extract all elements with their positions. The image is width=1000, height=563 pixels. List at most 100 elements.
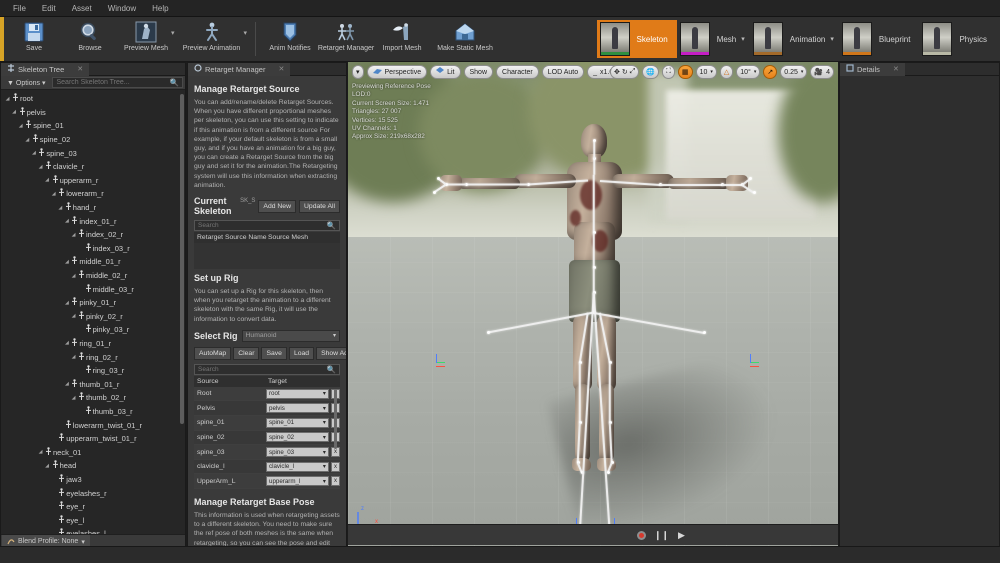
tree-bone-pelvis[interactable]: ◢ pelvis: [1, 106, 185, 120]
expand-arrow-icon[interactable]: ◢: [63, 300, 70, 306]
expand-arrow-icon[interactable]: ◢: [63, 259, 70, 265]
close-icon[interactable]: ✕: [893, 65, 899, 73]
tree-bone-hand_r[interactable]: ◢ hand_r: [1, 201, 185, 215]
world-space-toggle[interactable]: 🌐: [642, 65, 660, 79]
tree-bone-eyelashes_r[interactable]: eyelashes_r: [1, 486, 185, 500]
expand-arrow-icon[interactable]: ◢: [63, 340, 70, 346]
expand-arrow-icon[interactable]: ◢: [70, 395, 77, 401]
expand-arrow-icon[interactable]: ◢: [17, 123, 24, 129]
tree-bone-pinky_02_r[interactable]: ◢ pinky_02_r: [1, 310, 185, 324]
anim-notifies-button[interactable]: Anim Notifies: [262, 18, 318, 60]
pause-button[interactable]: ❙❙: [654, 529, 669, 542]
rig-mapping-search[interactable]: 🔍: [194, 363, 340, 375]
mode-mesh-dropdown-icon[interactable]: ▾: [741, 35, 745, 43]
expand-arrow-icon[interactable]: ◢: [70, 232, 77, 238]
tree-bone-eyelashes_l[interactable]: eyelashes_l: [1, 527, 185, 534]
menu-item-help[interactable]: Help: [145, 2, 175, 15]
add-new-button[interactable]: Add New: [258, 199, 297, 213]
tab-retarget-manager[interactable]: Retarget Manager ✕: [188, 62, 291, 76]
retarget-manager-button[interactable]: Retarget Manager: [318, 18, 374, 60]
save-rig-button[interactable]: Save: [261, 346, 287, 360]
close-icon[interactable]: ✕: [77, 65, 83, 73]
tree-bone-neck_01[interactable]: ◢ neck_01: [1, 445, 185, 459]
tree-bone-lowerarm_twist_01_r[interactable]: lowerarm_twist_01_r: [1, 418, 185, 432]
expand-arrow-icon[interactable]: ◢: [70, 313, 77, 319]
rig-mapping-clear-button[interactable]: x: [331, 461, 340, 472]
rig-mapping-clear-button[interactable]: x: [331, 476, 340, 487]
mode-tab-physics[interactable]: Physics: [919, 20, 996, 58]
preview-viewport[interactable]: ▾ Perspective Lit Show Character LOD Aut…: [348, 62, 838, 563]
tree-bone-pinky_01_r[interactable]: ◢ pinky_01_r: [1, 296, 185, 310]
transform-gizmo-group[interactable]: ✥ ↻ ⤢: [609, 65, 640, 79]
tree-bone-jaw3[interactable]: jaw3: [1, 473, 185, 487]
expand-arrow-icon[interactable]: ◢: [63, 381, 70, 387]
save-button[interactable]: Save: [6, 18, 62, 60]
viewport-view-mode-button[interactable]: Lit: [430, 65, 461, 79]
search-input[interactable]: [56, 79, 170, 86]
tree-bone-spine_03[interactable]: ◢ spine_03: [1, 146, 185, 160]
tree-scrollbar[interactable]: [180, 94, 184, 424]
mode-tab-mesh[interactable]: Mesh ▾: [677, 20, 750, 58]
tree-bone-root[interactable]: ◢ root: [1, 92, 185, 106]
mode-animation-dropdown-icon[interactable]: ▾: [830, 35, 834, 43]
close-icon[interactable]: ✕: [278, 65, 284, 73]
tree-bone-index_03_r[interactable]: index_03_r: [1, 242, 185, 256]
import-mesh-button[interactable]: Import Mesh: [374, 18, 430, 60]
rig-mapping-target-dropdown[interactable]: spine_01 ▾: [266, 417, 329, 428]
expand-arrow-icon[interactable]: ◢: [4, 96, 11, 102]
skeleton-tree-list[interactable]: ◢ root ◢ pelvis ◢ spine_01 ◢ spine_02 ◢ spine_03 ◢…: [1, 90, 185, 534]
grid-snap-toggle[interactable]: ▦: [677, 65, 693, 79]
tree-bone-upperarm_r[interactable]: ◢ upperarm_r: [1, 174, 185, 188]
browse-button[interactable]: Browse: [62, 18, 118, 60]
viewport-show-menu-button[interactable]: Show: [463, 65, 494, 79]
preview-mesh-dropdown-icon[interactable]: ▾: [171, 29, 175, 37]
show-advanced-button[interactable]: Show Advanced: [316, 346, 346, 360]
automap-button[interactable]: AutoMap: [194, 346, 232, 360]
play-button[interactable]: ▶: [675, 529, 688, 542]
tree-bone-index_01_r[interactable]: ◢ index_01_r: [1, 214, 185, 228]
rotation-snap-toggle[interactable]: △: [719, 65, 734, 79]
tree-options-button[interactable]: ▼ Options ▾: [3, 77, 50, 88]
preview-animation-button[interactable]: Preview Animation: [177, 18, 247, 60]
expand-arrow-icon[interactable]: ◢: [37, 164, 44, 170]
scale-snap-value[interactable]: 0.25 ▾: [780, 65, 808, 79]
clear-button[interactable]: Clear: [233, 346, 260, 360]
rotation-snap-value[interactable]: 10° ▾: [736, 65, 761, 79]
mode-tab-animation[interactable]: Animation ▾: [750, 20, 839, 58]
mode-tab-blueprint[interactable]: Blueprint: [839, 20, 920, 58]
tree-bone-eye_l[interactable]: eye_l: [1, 513, 185, 527]
skeleton-tree-search[interactable]: 🔍: [52, 77, 183, 88]
tree-bone-lowerarm_r[interactable]: ◢ lowerarm_r: [1, 187, 185, 201]
tab-skeleton-tree[interactable]: Skeleton Tree ✕: [1, 62, 90, 76]
viewport-lod-button[interactable]: LOD Auto: [541, 65, 585, 79]
retarget-source-search[interactable]: 🔍: [194, 220, 340, 232]
tree-bone-spine_02[interactable]: ◢ spine_02: [1, 133, 185, 147]
tab-details[interactable]: Details ✕: [840, 62, 905, 76]
expand-arrow-icon[interactable]: ◢: [24, 137, 31, 143]
tree-bone-clavicle_r[interactable]: ◢ clavicle_r: [1, 160, 185, 174]
rig-mapping-target-dropdown[interactable]: pelvis ▾: [266, 403, 329, 414]
viewport-camera-mode-button[interactable]: Perspective: [366, 65, 428, 79]
expand-arrow-icon[interactable]: ◢: [37, 449, 44, 455]
camera-speed-control[interactable]: 🎥 4: [810, 65, 834, 79]
rig-mapping-target-dropdown[interactable]: spine_03 ▾: [266, 447, 329, 458]
retarget-source-search-input[interactable]: [198, 222, 327, 230]
tree-bone-eye_r[interactable]: eye_r: [1, 500, 185, 514]
menu-item-window[interactable]: Window: [101, 2, 143, 15]
preview-mesh-button[interactable]: Preview Mesh: [118, 18, 174, 60]
rig-mapping-target-dropdown[interactable]: root ▾: [266, 388, 329, 399]
make-static-mesh-button[interactable]: Make Static Mesh: [430, 18, 500, 60]
viewport-character-menu-button[interactable]: Character: [496, 65, 539, 79]
rig-mapping-target-dropdown[interactable]: spine_02 ▾: [266, 432, 329, 443]
tree-bone-index_02_r[interactable]: ◢ index_02_r: [1, 228, 185, 242]
tree-bone-thumb_03_r[interactable]: thumb_03_r: [1, 405, 185, 419]
grid-snap-group[interactable]: ⛶: [662, 65, 675, 79]
scale-snap-toggle[interactable]: ↗: [763, 65, 778, 79]
tree-bone-upperarm_twist_01_r[interactable]: upperarm_twist_01_r: [1, 432, 185, 446]
expand-arrow-icon[interactable]: ◢: [57, 205, 64, 211]
viewport-options-dropdown[interactable]: ▾: [352, 65, 364, 79]
expand-arrow-icon[interactable]: ◢: [63, 218, 70, 224]
expand-arrow-icon[interactable]: ◢: [44, 177, 51, 183]
mode-tab-skeleton[interactable]: Skeleton: [596, 20, 677, 58]
record-button[interactable]: [635, 529, 648, 542]
